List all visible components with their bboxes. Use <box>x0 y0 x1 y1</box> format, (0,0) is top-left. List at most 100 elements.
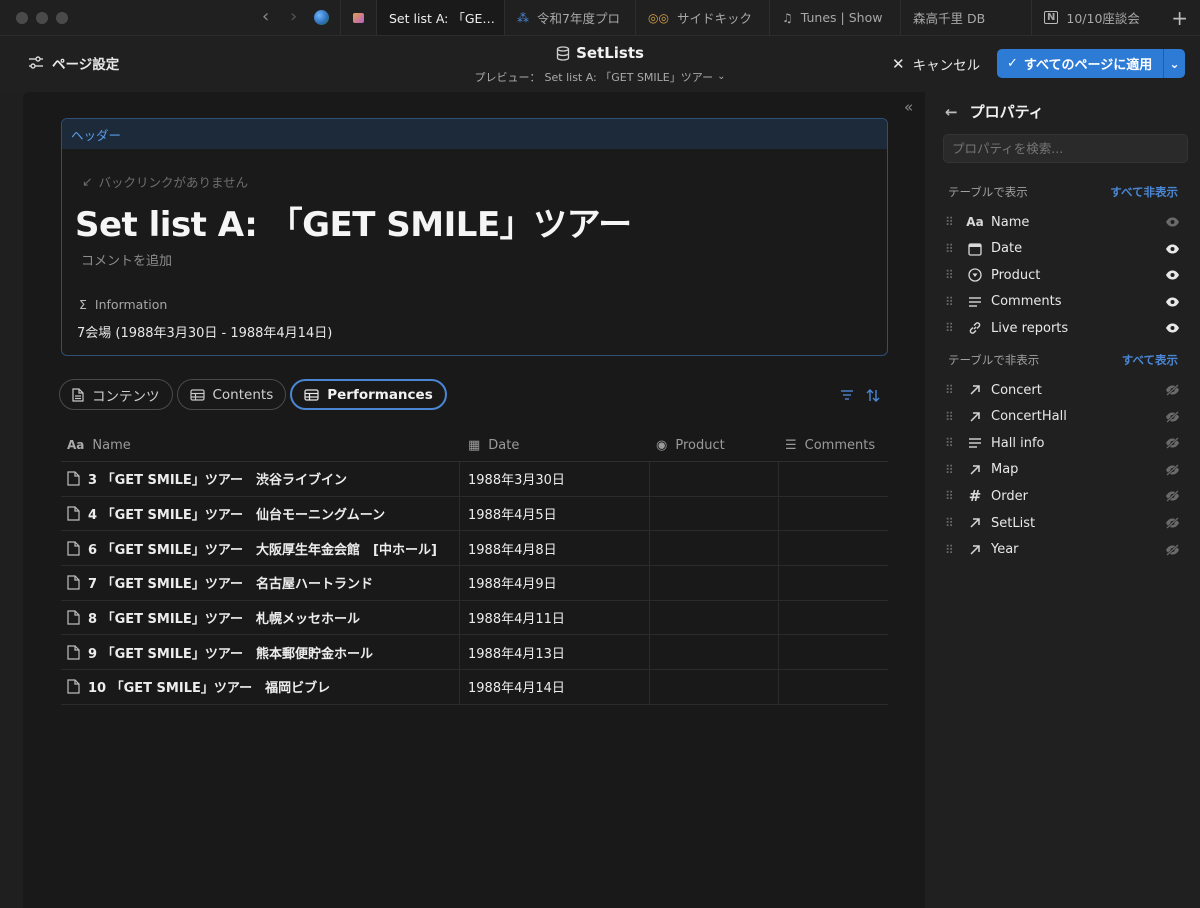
tab-contents-jp[interactable]: コンテンツ <box>59 379 173 410</box>
name-cell[interactable]: 10 「GET SMILE」ツアー 福岡ビブレ <box>61 670 460 704</box>
column-header-date[interactable]: ▦ Date <box>460 429 650 461</box>
drag-handle-icon[interactable]: ⠿ <box>945 383 955 397</box>
property-item-setlist[interactable]: ⠿ SetList <box>945 510 1180 536</box>
table-row[interactable]: 3 「GET SMILE」ツアー 渋谷ライブイン 1988年3月30日 <box>61 462 888 497</box>
eye-off-icon[interactable] <box>1165 543 1180 556</box>
comments-cell[interactable] <box>779 462 888 496</box>
property-item-date[interactable]: ⠿ Date <box>945 236 1180 262</box>
backlinks[interactable]: ↙ バックリンクがありません <box>82 172 248 191</box>
tab-moritaka[interactable]: 森高千里 DB <box>900 0 1031 35</box>
forward-icon[interactable]: › <box>290 8 297 26</box>
zoom-window-button[interactable] <box>56 12 68 24</box>
globe-icon[interactable] <box>314 10 329 25</box>
apply-all-main[interactable]: ✓ すべてのページに適用 <box>997 54 1163 73</box>
name-cell[interactable]: 4 「GET SMILE」ツアー 仙台モーニングムーン <box>61 496 460 531</box>
tab-tunes[interactable]: ♫ Tunes | Show <box>769 0 900 35</box>
drag-handle-icon[interactable]: ⠿ <box>945 543 955 557</box>
tab-zadankai[interactable]: N 10/10座談会 <box>1031 0 1162 35</box>
tab-reiwa[interactable]: ⁂ 令和7年度プロ <box>504 0 635 35</box>
comments-cell[interactable] <box>779 531 888 565</box>
name-cell[interactable]: 8 「GET SMILE」ツアー 札幌メッセホール <box>61 600 460 635</box>
date-cell[interactable]: 1988年4月9日 <box>460 566 650 600</box>
table-row[interactable]: 9 「GET SMILE」ツアー 熊本郵便貯金ホール 1988年4月13日 <box>61 635 888 671</box>
drag-handle-icon[interactable]: ⠿ <box>945 489 955 503</box>
drag-handle-icon[interactable]: ⠿ <box>945 268 955 282</box>
product-cell[interactable] <box>650 496 779 531</box>
table-row[interactable]: 4 「GET SMILE」ツアー 仙台モーニングムーン 1988年4月5日 <box>61 496 888 532</box>
cancel-button[interactable]: ✕ キャンセル <box>892 54 980 74</box>
drag-handle-icon[interactable]: ⠿ <box>945 463 955 477</box>
property-item-name[interactable]: ⠿ Aa Name <box>945 209 1180 235</box>
product-cell[interactable] <box>650 670 779 704</box>
name-cell[interactable]: 7 「GET SMILE」ツアー 名古屋ハートランド <box>61 566 460 600</box>
hide-all-button[interactable]: すべて非表示 <box>1110 184 1178 200</box>
back-arrow-icon[interactable]: ← <box>945 103 958 121</box>
drag-handle-icon[interactable]: ⠿ <box>945 516 955 530</box>
name-cell[interactable]: 6 「GET SMILE」ツアー 大阪厚生年金会館 [中ホール] <box>61 531 460 566</box>
column-header-product[interactable]: ◉ Product <box>650 429 779 461</box>
tab-sidekick[interactable]: ◎◎ サイドキック <box>635 0 769 35</box>
drag-handle-icon[interactable]: ⠿ <box>945 410 955 424</box>
column-header-name[interactable]: Aa Name <box>61 429 460 461</box>
comments-cell[interactable] <box>779 635 888 669</box>
tab-performances[interactable]: Performances <box>290 379 447 410</box>
product-cell[interactable] <box>650 462 779 496</box>
comments-cell[interactable] <box>779 601 888 635</box>
property-item-year[interactable]: ⠿ Year <box>945 537 1180 563</box>
name-cell[interactable]: 3 「GET SMILE」ツアー 渋谷ライブイン <box>61 462 460 496</box>
table-row[interactable]: 10 「GET SMILE」ツアー 福岡ビブレ 1988年4月14日 <box>61 670 888 705</box>
close-window-button[interactable] <box>16 12 28 24</box>
name-cell[interactable]: 9 「GET SMILE」ツアー 熊本郵便貯金ホール <box>61 635 460 670</box>
eye-off-icon[interactable] <box>1165 410 1180 423</box>
comments-cell[interactable] <box>779 566 888 600</box>
property-search-input[interactable] <box>943 134 1188 163</box>
eye-icon[interactable] <box>1165 297 1180 307</box>
apply-all-button[interactable]: ✓ すべてのページに適用 ⌄ <box>997 49 1185 78</box>
property-item-live-reports[interactable]: ⠿ Live reports <box>945 315 1180 341</box>
property-item-order[interactable]: ⠿ # Order <box>945 483 1180 509</box>
filter-icon[interactable] <box>840 389 854 401</box>
drag-handle-icon[interactable]: ⠿ <box>945 436 955 450</box>
date-cell[interactable]: 1988年4月8日 <box>460 531 650 566</box>
collapse-sidebar-icon[interactable]: « <box>904 98 913 116</box>
drag-handle-icon[interactable]: ⠿ <box>945 295 955 309</box>
product-cell[interactable] <box>650 635 779 670</box>
new-tab-icon[interactable]: + <box>1171 6 1188 30</box>
tab-pinned[interactable] <box>340 0 376 35</box>
eye-icon[interactable] <box>1165 270 1180 280</box>
eye-icon[interactable] <box>1165 323 1180 333</box>
eye-off-icon[interactable] <box>1165 517 1180 529</box>
date-cell[interactable]: 1988年3月30日 <box>460 462 650 496</box>
add-comment[interactable]: コメントを追加 <box>81 250 172 269</box>
drag-handle-icon[interactable]: ⠿ <box>945 321 955 335</box>
property-item-comments[interactable]: ⠿ Comments <box>945 289 1180 315</box>
property-item-map[interactable]: ⠿ Map <box>945 457 1180 483</box>
product-cell[interactable] <box>650 600 779 635</box>
date-cell[interactable]: 1988年4月5日 <box>460 496 650 531</box>
property-item-product[interactable]: ⠿ Product <box>945 262 1180 288</box>
eye-off-icon[interactable] <box>1165 463 1180 476</box>
product-cell[interactable] <box>650 566 779 600</box>
table-row[interactable]: 8 「GET SMILE」ツアー 札幌メッセホール 1988年4月11日 <box>61 600 888 636</box>
back-icon[interactable]: ‹ <box>262 8 269 26</box>
sort-icon[interactable] <box>866 389 880 402</box>
table-row[interactable]: 7 「GET SMILE」ツアー 名古屋ハートランド 1988年4月9日 <box>61 566 888 601</box>
apply-options-dropdown[interactable]: ⌄ <box>1163 49 1185 78</box>
drag-handle-icon[interactable]: ⠿ <box>945 215 955 229</box>
tab-contents[interactable]: Contents <box>176 379 287 410</box>
eye-icon[interactable] <box>1165 244 1180 254</box>
drag-handle-icon[interactable]: ⠿ <box>945 242 955 256</box>
date-cell[interactable]: 1988年4月13日 <box>460 635 650 670</box>
date-cell[interactable]: 1988年4月14日 <box>460 670 650 704</box>
eye-off-icon[interactable] <box>1165 437 1180 450</box>
minimize-window-button[interactable] <box>36 12 48 24</box>
property-item-concert[interactable]: ⠿ Concert <box>945 377 1180 403</box>
product-cell[interactable] <box>650 531 779 566</box>
eye-off-icon[interactable] <box>1165 490 1180 503</box>
column-header-comments[interactable]: ☰ Comments <box>779 429 888 461</box>
eye-icon[interactable] <box>1165 217 1180 227</box>
property-item-concerthall[interactable]: ⠿ ConcertHall <box>945 404 1180 430</box>
eye-off-icon[interactable] <box>1165 384 1180 396</box>
page-header-card[interactable]: ヘッダー ↙ バックリンクがありません Set list A: 「GET SMI… <box>61 118 888 356</box>
table-row[interactable]: 6 「GET SMILE」ツアー 大阪厚生年金会館 [中ホール] 1988年4月8… <box>61 531 888 567</box>
